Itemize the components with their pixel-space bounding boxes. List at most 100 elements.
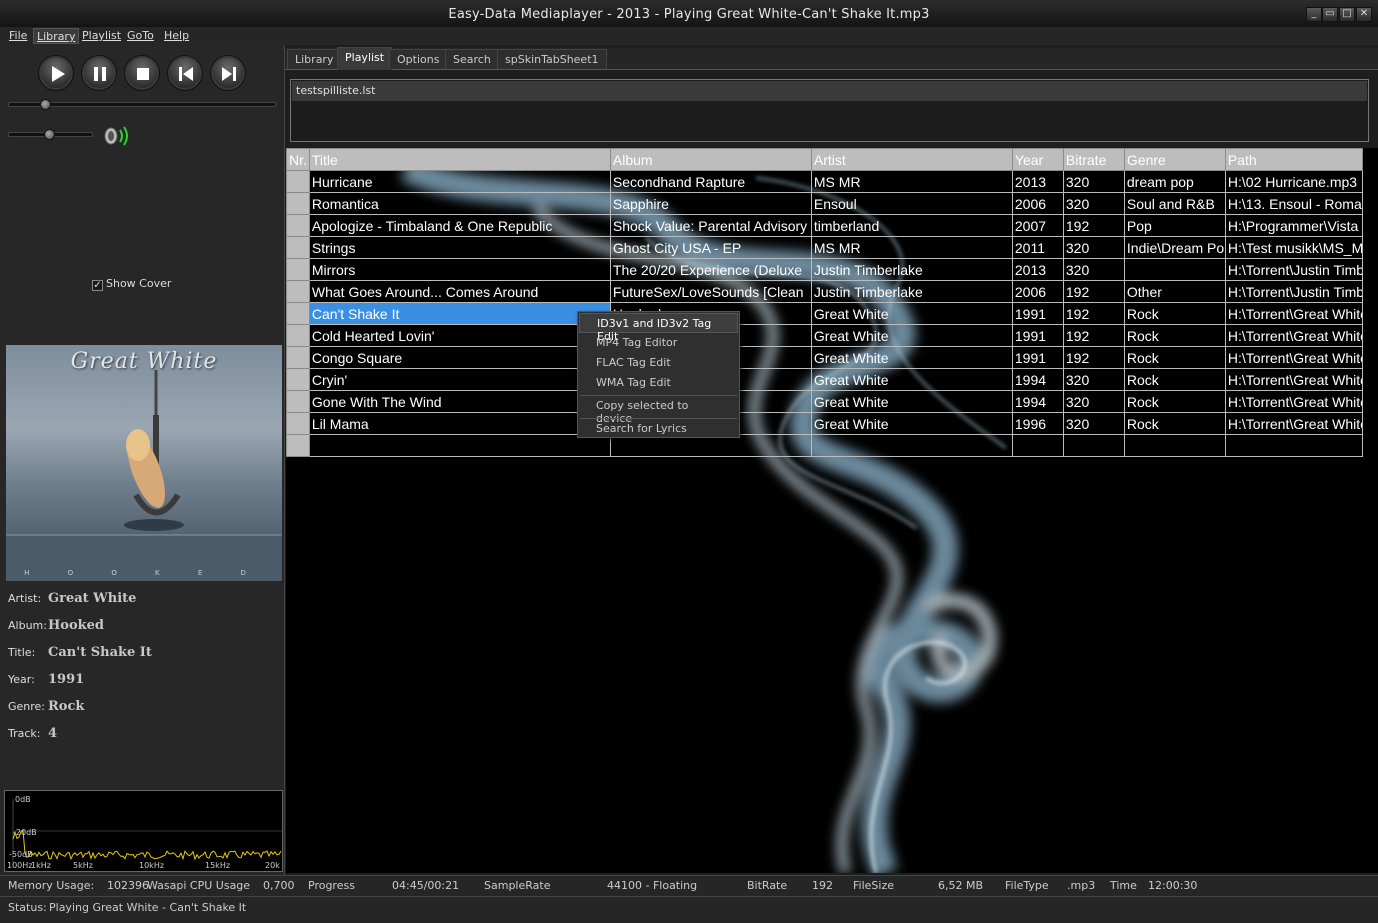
menu-item-mp4-tag-editor[interactable]: MP4 Tag Editor [579, 333, 738, 353]
cell-artist[interactable]: Great White [810, 390, 1013, 413]
playlist-file-list[interactable]: testspilliste.lst [290, 79, 1369, 142]
stop-button[interactable] [124, 55, 160, 91]
play-button[interactable] [38, 55, 74, 91]
pause-button[interactable] [81, 55, 117, 91]
cell-genre[interactable]: Rock [1123, 390, 1226, 413]
cell-title[interactable]: Gone With The Wind [308, 390, 611, 413]
volume-knob[interactable] [44, 129, 55, 140]
cell-album[interactable]: Ghost City USA - EP [609, 236, 812, 259]
cell-nr[interactable] [286, 368, 310, 391]
cell-album[interactable]: Sapphire [609, 192, 812, 215]
table-row[interactable]: Can't Shake ItHookedGreat White1991192Ro… [286, 302, 1363, 325]
column-header-year[interactable]: Year [1011, 148, 1064, 171]
table-row[interactable]: Cryin' Great White 1994 320 Rock H:\Torrent\G… [286, 368, 1363, 391]
tab-options[interactable]: Options [389, 49, 448, 69]
menu-help[interactable]: Help [161, 28, 192, 44]
tab-playlist[interactable]: Playlist [337, 47, 393, 70]
next-button[interactable] [210, 55, 246, 91]
cell-artist[interactable]: Great White [810, 368, 1013, 391]
cell-artist[interactable] [810, 434, 1013, 457]
cell-bitrate[interactable]: 320 [1062, 236, 1125, 259]
cell-genre[interactable]: Rock [1123, 302, 1226, 325]
table-row[interactable]: Romantica Sapphire Ensoul 2006 320 Soul and R… [286, 192, 1363, 215]
cell-year[interactable]: 1996 [1011, 412, 1064, 435]
cell-artist[interactable]: MS MR [810, 236, 1013, 259]
table-row[interactable]: Cold Hearted Lovin'HookedGreat White1991… [286, 324, 1363, 347]
cell-bitrate[interactable]: 320 [1062, 412, 1125, 435]
cell-year[interactable]: 2011 [1011, 236, 1064, 259]
column-header-artist[interactable]: Artist [810, 148, 1013, 171]
cell-path[interactable] [1224, 434, 1363, 457]
cell-year[interactable]: 2007 [1011, 214, 1064, 237]
checkbox-checked-icon[interactable]: ✓ [92, 280, 103, 291]
table-row[interactable]: Strings Ghost City USA - EP MS MR 2011 320 In… [286, 236, 1363, 259]
cell-bitrate[interactable]: 192 [1062, 280, 1125, 303]
cell-title[interactable]: Can't Shake It [308, 302, 611, 325]
cell-path[interactable]: H:\Torrent\Great White [1224, 324, 1363, 347]
cell-title[interactable]: Romantica [308, 192, 611, 215]
cell-path[interactable]: H:\Programmer\Vista [1224, 214, 1363, 237]
cell-genre[interactable]: Rock [1123, 324, 1226, 347]
cell-year[interactable]: 1991 [1011, 324, 1064, 347]
cell-genre[interactable]: Other [1123, 280, 1226, 303]
cell-bitrate[interactable]: 320 [1062, 258, 1125, 281]
cell-bitrate[interactable]: 320 [1062, 368, 1125, 391]
cell-title[interactable]: Cryin' [308, 368, 611, 391]
cell-path[interactable]: H:\Test musikk\MS_MR [1224, 236, 1363, 259]
cell-path[interactable]: H:\Torrent\Great White [1224, 346, 1363, 369]
cell-nr[interactable] [286, 170, 310, 193]
cell-artist[interactable]: Great White [810, 324, 1013, 347]
cell-genre[interactable]: Soul and R&B [1123, 192, 1226, 215]
volume-slider[interactable] [8, 129, 93, 140]
cell-path[interactable]: H:\Torrent\Great White [1224, 302, 1363, 325]
cell-genre[interactable]: Rock [1123, 346, 1226, 369]
cell-nr[interactable] [286, 214, 310, 237]
menu-library[interactable]: Library [33, 28, 80, 44]
table-row[interactable]: Gone With The Wind Great White 1994 320 Rock… [286, 390, 1363, 413]
playlist-table[interactable]: Nr. Title Album Artist Year Bitrate Genr… [286, 148, 1363, 457]
cell-genre[interactable]: Rock [1123, 412, 1226, 435]
cell-nr[interactable] [286, 280, 310, 303]
cell-genre[interactable]: Rock [1123, 368, 1226, 391]
cell-genre[interactable]: dream pop [1123, 170, 1226, 193]
speaker-icon[interactable] [102, 125, 132, 147]
cell-title[interactable]: Hurricane [308, 170, 611, 193]
cell-path[interactable]: H:\Torrent\Justin Timberlake [1224, 280, 1363, 303]
cell-title[interactable]: Cold Hearted Lovin' [308, 324, 611, 347]
cell-title[interactable]: Lil Mama [308, 412, 611, 435]
playlist-file-item[interactable]: testspilliste.lst [292, 81, 1367, 101]
cell-title[interactable]: What Goes Around... Comes Around [308, 280, 611, 303]
table-row[interactable]: Congo SquareHookedGreat White1991192Rock… [286, 346, 1363, 369]
cell-year[interactable]: 1994 [1011, 368, 1064, 391]
menu-item-copy-to-device[interactable]: Copy selected to device [579, 396, 738, 425]
cell-artist[interactable]: Great White [810, 346, 1013, 369]
cell-title[interactable]: Apologize - Timbaland & One Republic [308, 214, 611, 237]
close-button[interactable]: ✕ [1356, 7, 1372, 22]
tab-skin-sheet[interactable]: spSkinTabSheet1 [497, 49, 607, 69]
cell-year[interactable]: 1991 [1011, 346, 1064, 369]
cell-year[interactable]: 2006 [1011, 280, 1064, 303]
cell-artist[interactable]: Great White [810, 412, 1013, 435]
table-row[interactable]: Lil Mama Great White 1996 320 Rock H:\Torrent… [286, 412, 1363, 435]
table-row[interactable]: Mirrors The 20/20 Experience (Deluxe Justi… [286, 258, 1363, 281]
cell-genre[interactable] [1123, 434, 1226, 457]
cell-bitrate[interactable]: 192 [1062, 324, 1125, 347]
cell-path[interactable]: H:\Torrent\Justin Timberlake [1224, 258, 1363, 281]
column-header-title[interactable]: Title [308, 148, 611, 171]
cell-nr[interactable] [286, 302, 310, 325]
cell-year[interactable]: 2013 [1011, 258, 1064, 281]
cell-path[interactable]: H:\Torrent\Great White [1224, 390, 1363, 413]
cell-album[interactable]: FutureSex/LoveSounds [Clean [609, 280, 812, 303]
cell-artist[interactable]: Great White [810, 302, 1013, 325]
cell-album[interactable]: Secondhand Rapture [609, 170, 812, 193]
cell-genre[interactable] [1123, 258, 1226, 281]
cell-album[interactable]: The 20/20 Experience (Deluxe [609, 258, 812, 281]
cell-nr[interactable] [286, 324, 310, 347]
table-row[interactable]: Hurricane Secondhand Rapture MS MR 2013 320 d… [286, 170, 1363, 193]
table-row[interactable] [286, 434, 1363, 457]
cell-year[interactable] [1011, 434, 1064, 457]
tab-library[interactable]: Library [287, 49, 342, 69]
menu-file[interactable]: File [6, 28, 30, 44]
cell-year[interactable]: 2006 [1011, 192, 1064, 215]
cell-genre[interactable]: Indie\Dream Pop [1123, 236, 1226, 259]
